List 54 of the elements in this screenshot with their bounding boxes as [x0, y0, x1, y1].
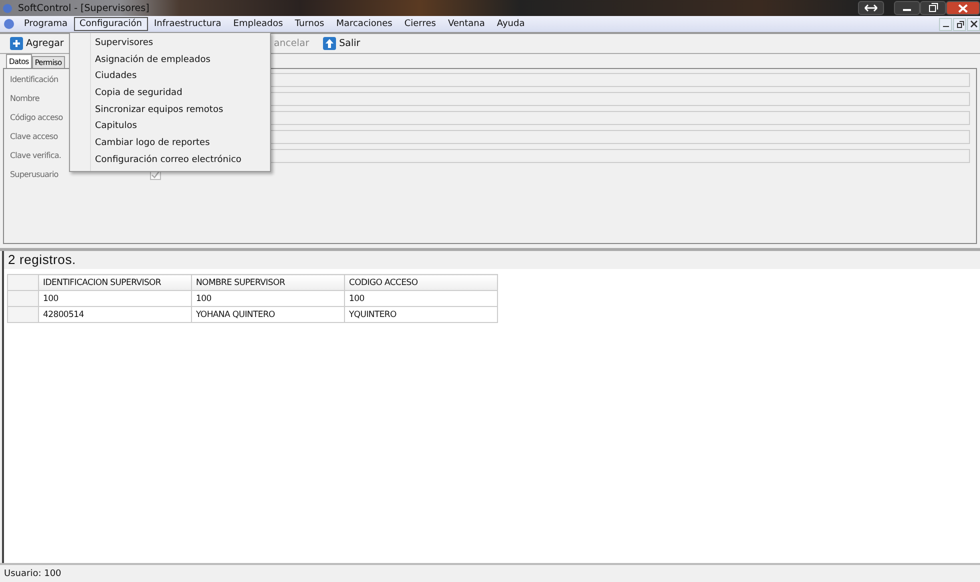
menu-item[interactable]: Infraestructura: [148, 17, 228, 31]
table-cell: 42800514: [38, 306, 192, 322]
menu-item[interactable]: Configuración: [74, 17, 148, 31]
document-icon: [4, 19, 14, 29]
field-label: Superusuario: [10, 170, 58, 178]
resize-button[interactable]: [858, 1, 884, 15]
menu-item[interactable]: Ventana: [442, 17, 491, 31]
menu-item[interactable]: Copia de seguridad: [70, 85, 270, 102]
close-button[interactable]: [946, 1, 980, 15]
close-icon: [970, 20, 978, 28]
table-cell: 100: [344, 290, 498, 306]
minimize-button[interactable]: [894, 1, 920, 15]
menu-item[interactable]: Turnos: [288, 17, 330, 31]
restore-icon: [956, 20, 964, 28]
field-label: Clave acceso: [10, 132, 58, 140]
menu-item[interactable]: Marcaciones: [330, 17, 398, 31]
toolbar-button[interactable]: Salir: [321, 37, 362, 50]
resize-icon: [864, 4, 878, 12]
column-header[interactable]: CODIGO ACCESO: [344, 274, 498, 290]
menu-item[interactable]: Ayuda: [490, 17, 531, 31]
table-cell: 100: [38, 290, 192, 306]
close-icon: [958, 4, 968, 12]
menu-item[interactable]: Cambiar logo de reportes: [70, 135, 270, 152]
menu-item[interactable]: Configuración correo electrónico: [70, 152, 270, 168]
app-icon: [3, 4, 12, 12]
plus-icon: [10, 37, 23, 50]
menu-item[interactable]: Supervisores: [70, 35, 270, 52]
menu-item[interactable]: Capitulos: [70, 118, 270, 136]
minimize-icon: [942, 26, 948, 27]
record-count: 2 registros.: [4, 251, 980, 269]
check-icon: [151, 170, 160, 179]
table-cell: YQUINTERO: [344, 306, 498, 322]
restore-button[interactable]: [953, 18, 966, 30]
menu-item[interactable]: Empleados: [227, 17, 289, 31]
menu-item[interactable]: Cierres: [398, 17, 442, 31]
field-label: Código acceso: [10, 112, 63, 122]
window-title: SoftControl - [Supervisores]: [18, 2, 150, 14]
column-header[interactable]: NOMBRE SUPERVISOR: [192, 274, 344, 290]
menu-item[interactable]: Asignación de empleados: [70, 52, 270, 68]
field-label: Nombre: [10, 94, 40, 102]
field-label: Identificación: [10, 74, 58, 84]
menu-item[interactable]: Ciudades: [70, 68, 270, 86]
menu-item[interactable]: Programa: [18, 17, 74, 31]
field-label: Clave verifica.: [10, 150, 61, 160]
table-cell: YOHANA QUINTERO: [192, 306, 344, 322]
up-arrow-icon: [323, 37, 336, 50]
row-header: [8, 274, 38, 290]
menu-item[interactable]: Sincronizar equipos remotos: [70, 102, 270, 118]
table-cell: 100: [192, 290, 344, 306]
maximize-button[interactable]: [920, 1, 946, 15]
column-header[interactable]: IDENTIFICACION SUPERVISOR: [38, 274, 192, 290]
maximize-icon: [928, 3, 938, 13]
status-text: Usuario: 100: [4, 568, 62, 578]
toolbar-button[interactable]: Agregar: [8, 37, 66, 50]
